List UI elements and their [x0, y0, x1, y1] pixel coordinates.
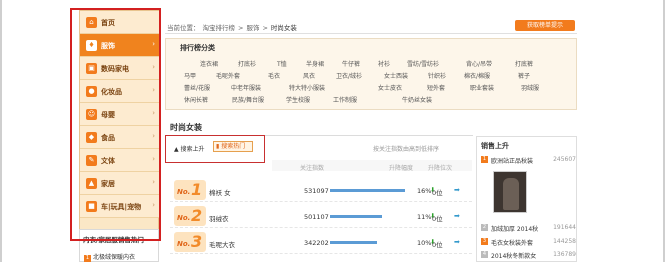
- arrow-right-icon[interactable]: ➡: [454, 186, 460, 194]
- keyword-link[interactable]: 毛呢大衣: [209, 239, 235, 249]
- sort-note: 按关注指数由高到低排序: [373, 146, 440, 153]
- product-name[interactable]: 欧洲站正品秋装: [491, 156, 533, 165]
- sales-value: 191644: [553, 224, 576, 231]
- hot-sales-item-label: 北极绒保暖内衣: [93, 254, 136, 261]
- sales-value: 245607: [553, 156, 576, 163]
- list-item[interactable]: 2 加绒加厚 2014秋 191644: [481, 223, 576, 233]
- position-change: 0位: [432, 241, 443, 249]
- rank-number: 3: [191, 232, 203, 251]
- sales-value: 144258: [553, 238, 576, 245]
- panel-title: 销售上升: [481, 142, 509, 150]
- arrow-right-icon[interactable]: ➡: [454, 212, 460, 220]
- change-bar: [330, 189, 405, 192]
- keyword-link[interactable]: 棉袄 女: [209, 187, 231, 197]
- keyword-link[interactable]: 羽绒衣: [209, 213, 229, 223]
- category-link[interactable]: 职业套装: [470, 83, 494, 92]
- rank-number: 3: [481, 238, 488, 245]
- table-row[interactable]: No. 3 毛呢大衣 342202 10% ⬇ 0位 ➡: [170, 230, 472, 254]
- category-link[interactable]: 风衣: [303, 71, 315, 80]
- attention-index: 501107: [304, 213, 329, 221]
- category-link[interactable]: 女士西装: [384, 71, 408, 80]
- category-link[interactable]: 特大特小服装: [289, 83, 325, 92]
- breadcrumb-link[interactable]: 服饰: [246, 24, 259, 32]
- category-link[interactable]: 羽绒服: [521, 83, 539, 92]
- list-item[interactable]: 4 2014秋冬新款女 136789: [481, 250, 576, 260]
- category-link[interactable]: 雪纺/雪纺衫: [407, 59, 439, 68]
- table-row[interactable]: No. 2 羽绒衣 501107 11% ⬇ 0位 ➡: [170, 204, 472, 228]
- category-link[interactable]: 衬衫: [378, 59, 390, 68]
- rank-badge: No. 3: [174, 232, 206, 252]
- get-ranking-tips-label: 获取榜单提示: [526, 22, 563, 29]
- rank-number: 2: [481, 224, 488, 231]
- category-link[interactable]: 女士皮衣: [378, 83, 402, 92]
- category-link[interactable]: 打底衫: [238, 59, 256, 68]
- category-link[interactable]: 针织衫: [428, 71, 446, 80]
- category-link[interactable]: 学生校服: [286, 95, 310, 104]
- change-bar: [330, 241, 377, 244]
- category-link[interactable]: 蕾丝/花服: [184, 83, 210, 92]
- attention-index: 531097: [304, 187, 329, 195]
- product-name[interactable]: 加绒加厚 2014秋: [491, 224, 538, 233]
- breadcrumb-prefix: 当前位置：: [167, 24, 200, 32]
- category-link[interactable]: 棉衣/棉服: [464, 71, 490, 80]
- get-ranking-tips-button[interactable]: 获取榜单提示: [515, 20, 575, 31]
- breadcrumb-current: 时尚女装: [270, 24, 297, 32]
- column-header-position: 升降位次: [428, 165, 453, 172]
- category-link[interactable]: 卫衣/绒衫: [336, 71, 362, 80]
- category-link[interactable]: 短外套: [427, 83, 445, 92]
- rank-number: 1: [191, 180, 203, 199]
- category-link[interactable]: 牛仔裤: [342, 59, 360, 68]
- window-edge-left: [0, 0, 2, 262]
- rank-badge: No. 2: [174, 206, 206, 226]
- list-item[interactable]: 3 毛衣女秋装外套 144258: [481, 237, 576, 247]
- arrow-right-icon[interactable]: ➡: [454, 238, 460, 246]
- category-link[interactable]: 马甲: [184, 71, 196, 80]
- divider: [165, 33, 577, 34]
- sales-value: 136789: [553, 251, 576, 258]
- product-name[interactable]: 毛衣女秋装外套: [491, 238, 533, 247]
- category-link[interactable]: 休闲长裤: [184, 95, 208, 104]
- breadcrumb: 当前位置： 淘宝排行榜 > 服饰 > 时尚女装: [167, 22, 300, 32]
- hot-sales-item[interactable]: 1 北极绒保暖内衣: [84, 252, 135, 262]
- breadcrumb-separator: >: [262, 24, 268, 32]
- breadcrumb-separator: >: [238, 24, 244, 32]
- panel-title: 排行榜分类: [180, 44, 215, 52]
- category-link[interactable]: 打底裤: [515, 59, 533, 68]
- category-link[interactable]: 半身裙: [306, 59, 324, 68]
- category-link[interactable]: 裤子: [518, 71, 530, 80]
- attention-index: 342202: [304, 239, 329, 247]
- breadcrumb-link[interactable]: 淘宝排行榜: [203, 24, 236, 32]
- category-link[interactable]: 背心/吊带: [466, 59, 492, 68]
- category-link[interactable]: 牛奶丝女装: [402, 95, 432, 104]
- column-header-index: 关注指数: [300, 165, 325, 172]
- category-link[interactable]: T恤: [277, 59, 287, 68]
- category-link[interactable]: 连衣裙: [200, 59, 218, 68]
- product-thumbnail[interactable]: [493, 171, 527, 213]
- position-change: 0位: [432, 189, 443, 197]
- rank-number: 2: [191, 206, 203, 225]
- sales-rise-panel: 销售上升 1 欧洲站正品秋装 245607 2 加绒加厚 2014秋 19164…: [476, 136, 577, 262]
- rank-number: 4: [481, 251, 488, 258]
- category-link[interactable]: 毛衣: [268, 71, 280, 80]
- column-header-change: 升降幅度: [389, 165, 414, 172]
- table-row[interactable]: No. 1 棉袄 女 531097 16% ⬇ 0位 ➡: [170, 178, 472, 202]
- product-image: [503, 178, 519, 210]
- category-link[interactable]: 民族/舞台服: [232, 95, 264, 104]
- product-name[interactable]: 2014秋冬新款女: [491, 251, 536, 260]
- section-title: 时尚女装: [170, 123, 202, 132]
- rank-number: 1: [84, 255, 91, 262]
- rank-number: 1: [481, 156, 488, 163]
- category-link[interactable]: 工作制服: [333, 95, 357, 104]
- category-link[interactable]: 毛呢外套: [216, 71, 240, 80]
- list-item[interactable]: 1 欧洲站正品秋装 245607: [481, 155, 576, 165]
- rank-badge: No. 1: [174, 180, 206, 200]
- category-link[interactable]: 中老年服装: [231, 83, 261, 92]
- position-change: 0位: [432, 215, 443, 223]
- change-bar: [330, 215, 382, 218]
- tab-highlight-box: [165, 135, 265, 163]
- sidebar-highlight-box: [70, 8, 161, 241]
- ranking-category-panel: 排行榜分类 连衣裙 打底衫 T恤 半身裙 牛仔裤 衬衫 雪纺/雪纺衫 背心/吊带…: [165, 38, 577, 110]
